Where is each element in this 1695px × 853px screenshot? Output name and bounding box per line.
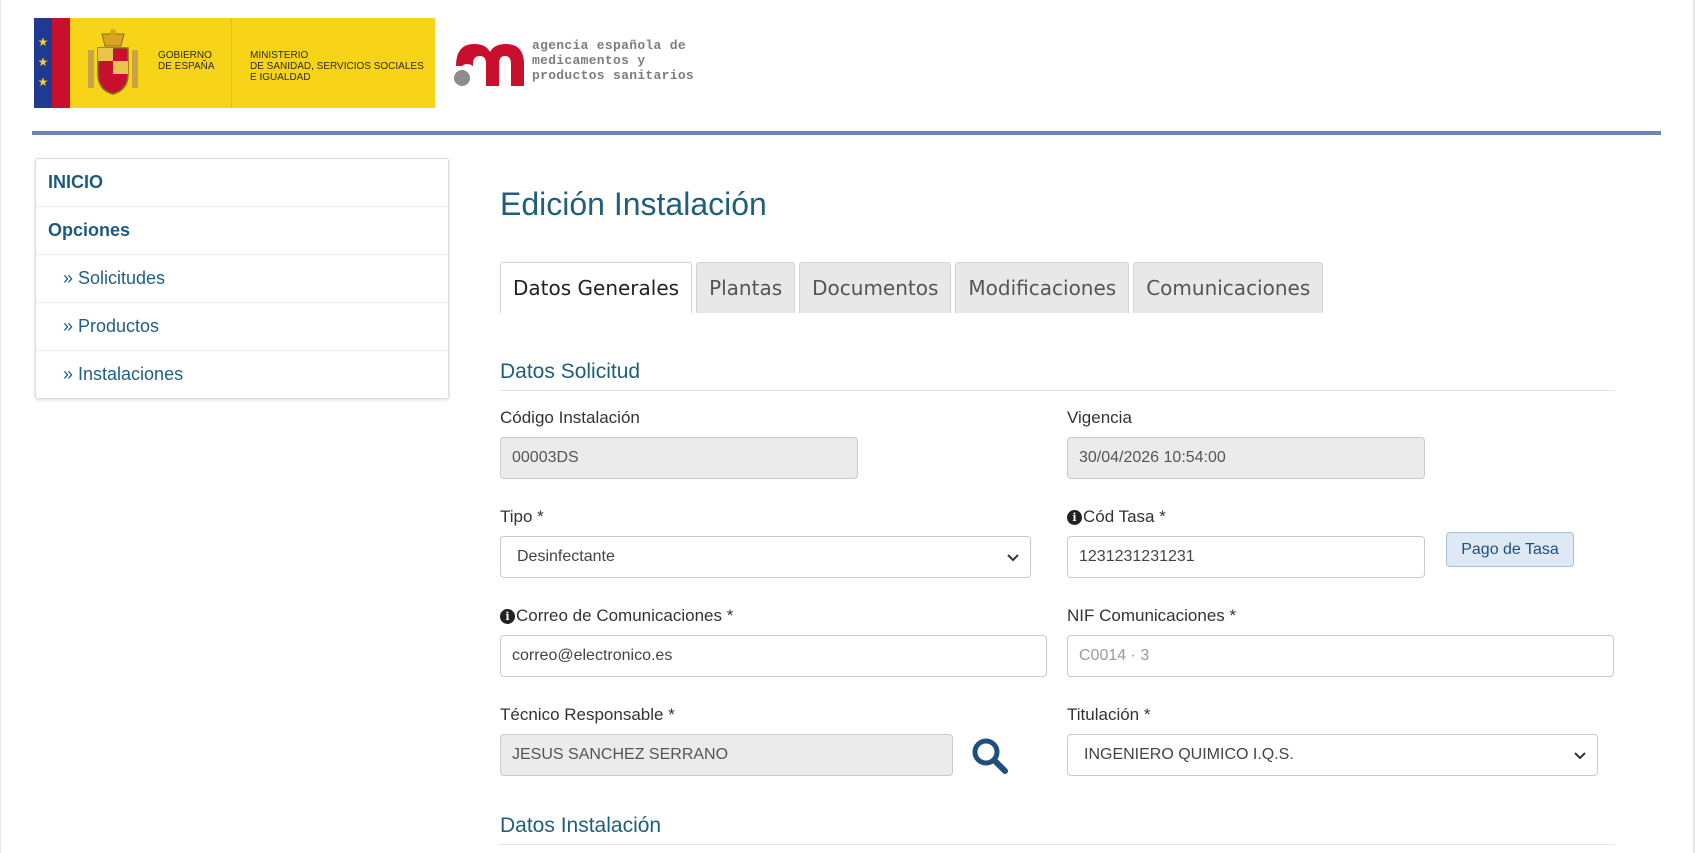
tecnico-field: JESUS SANCHEZ SERRANO: [500, 734, 953, 776]
tab-modificaciones[interactable]: Modificaciones: [955, 262, 1130, 313]
pago-de-tasa-button[interactable]: Pago de Tasa: [1446, 532, 1574, 567]
tab-comunicaciones[interactable]: Comunicaciones: [1133, 262, 1324, 313]
window-left-border: [0, 0, 1, 853]
nif-label: NIF Comunicaciones *: [1067, 606, 1237, 625]
tab-documentos[interactable]: Documentos: [799, 262, 952, 313]
info-icon[interactable]: i: [500, 609, 515, 624]
aemps-text: agencia española de medicamentos y produ…: [532, 38, 695, 83]
tab-bar: Datos Generales Plantas Documentos Modif…: [500, 262, 1327, 313]
tab-plantas[interactable]: Plantas: [696, 262, 796, 313]
banner-divider: [231, 18, 232, 108]
titulacion-label: Titulación *: [1067, 705, 1151, 724]
sidebar-menu: INICIO Opciones » Solicitudes » Producto…: [35, 158, 449, 399]
aemps-mark-icon: [454, 44, 524, 86]
codigo-instalacion-label: Código Instalación: [500, 408, 640, 427]
section-datos-instalacion: Datos Instalación: [500, 814, 1615, 845]
gobierno-logo: ★ ★ ★ GOBIERNO DE ESPAÑA MINISTERIO DE SAN…: [34, 18, 435, 108]
correo-input[interactable]: correo@electronico.es: [500, 635, 1047, 677]
vigencia-label: Vigencia: [1067, 408, 1132, 427]
tab-datos-generales[interactable]: Datos Generales: [500, 262, 693, 313]
correo-label: Correo de Comunicaciones *: [516, 606, 734, 625]
tipo-label: Tipo *: [500, 507, 544, 526]
page-title: Edición Instalación: [500, 186, 767, 222]
gobierno-text: GOBIERNO DE ESPAÑA: [158, 50, 215, 72]
chevron-down-icon: [1007, 554, 1019, 562]
header-rule: [32, 131, 1661, 135]
section-datos-solicitud: Datos Solicitud: [500, 360, 1615, 391]
chevron-down-icon: [1574, 752, 1586, 760]
spain-flag-stripe: [52, 18, 70, 108]
cod-tasa-label-wrap: i Cód Tasa *: [1067, 507, 1166, 527]
tipo-select-value: Desinfectante: [517, 548, 615, 565]
sidebar-item-productos[interactable]: » Productos: [36, 303, 448, 351]
aemps-logo: agencia española de medicamentos y produ…: [452, 38, 694, 88]
ministerio-text: MINISTERIO DE SANIDAD, SERVICIOS SOCIALE…: [250, 50, 424, 83]
tecnico-label: Técnico Responsable *: [500, 705, 675, 724]
star-icons: ★ ★ ★: [37, 35, 49, 89]
correo-label-wrap: i Correo de Comunicaciones *: [500, 606, 733, 626]
codigo-instalacion-field: 00003DS: [500, 437, 858, 479]
cod-tasa-label: Cód Tasa *: [1083, 507, 1166, 526]
sidebar-item-instalaciones[interactable]: » Instalaciones: [36, 351, 448, 398]
titulacion-select[interactable]: INGENIERO QUIMICO I.Q.S.: [1067, 734, 1598, 776]
nif-input[interactable]: C0014 · 3: [1067, 635, 1614, 677]
sidebar-item-solicitudes[interactable]: » Solicitudes: [36, 255, 448, 303]
titulacion-select-value: INGENIERO QUIMICO I.Q.S.: [1084, 746, 1294, 763]
tipo-select[interactable]: Desinfectante: [500, 536, 1031, 578]
cod-tasa-input[interactable]: 1231231231231: [1067, 536, 1425, 578]
sidebar-item-inicio[interactable]: INICIO: [36, 159, 448, 207]
search-icon[interactable]: [970, 736, 1010, 776]
vigencia-field: 30/04/2026 10:54:00: [1067, 437, 1425, 479]
sidebar-item-opciones[interactable]: Opciones: [36, 207, 448, 255]
info-icon[interactable]: i: [1067, 510, 1082, 525]
coat-of-arms-icon: [88, 29, 138, 95]
